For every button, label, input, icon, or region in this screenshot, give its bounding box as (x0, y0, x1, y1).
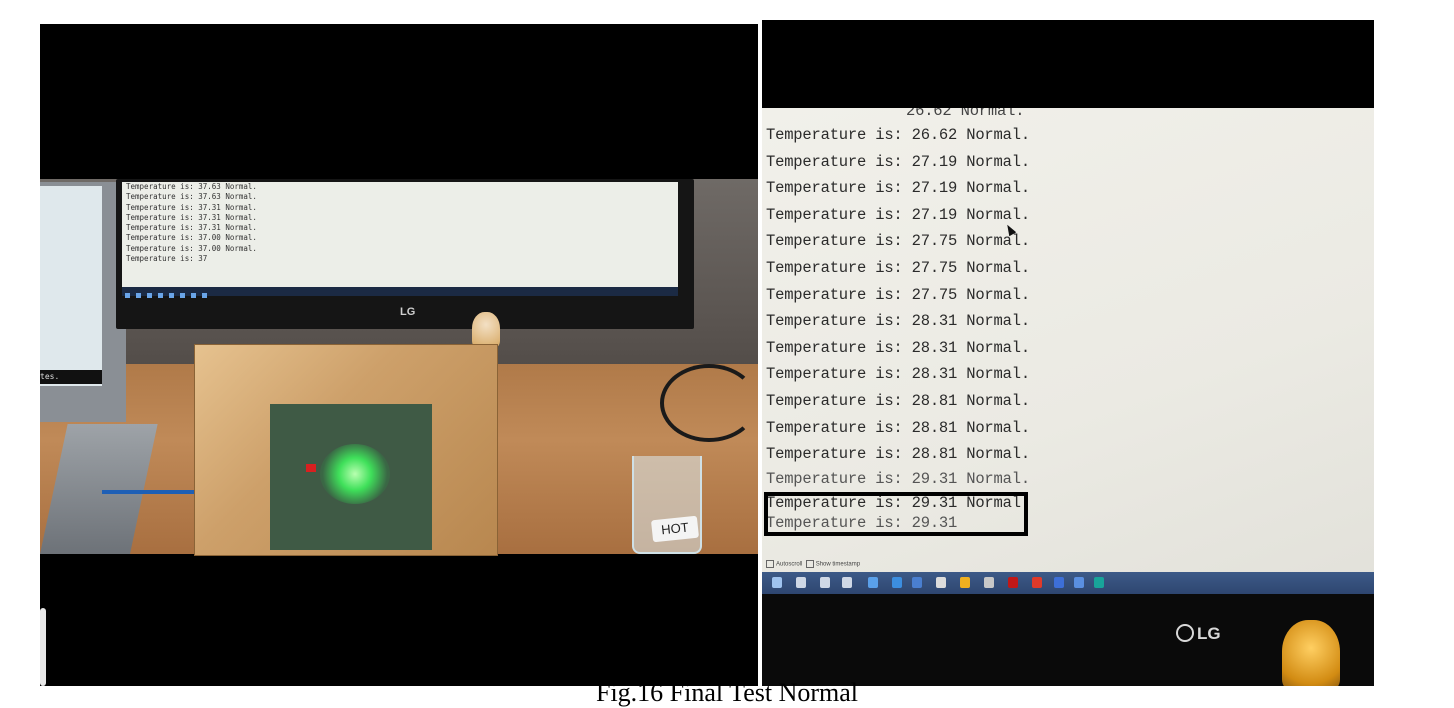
taskview-icon[interactable] (147, 293, 152, 298)
serial-line: Temperature is: 27.75 Normal. (766, 232, 1030, 251)
serial-line: Temperature is: 26.62 Normal. (766, 126, 1030, 144)
serial-line: Temperature is: 37.00 Normal. (126, 243, 257, 253)
right-photo: 26.62 Normal. Temperature is: 26.62 Norm… (762, 20, 1374, 686)
serial-line: Temperature is: 37.63 Normal. (126, 192, 257, 202)
serial-line: Temperature is: 27.19 Normal. (766, 152, 1030, 171)
serial-monitor-footer: Autoscroll Show timestamp (766, 560, 1366, 572)
serial-line: Temperature is: 37.00 Normal. (126, 233, 257, 243)
windows-taskbar[interactable] (762, 572, 1374, 594)
app-icon[interactable] (1054, 577, 1064, 588)
serial-line: Temperature is: 28.81 Normal. (766, 418, 1030, 437)
app-icon[interactable] (1032, 577, 1042, 588)
monitor-logo: LG (1176, 624, 1221, 644)
device-display-panel (270, 404, 432, 550)
serial-line: Temperature is: 37.31 Normal. (126, 212, 257, 222)
highlight-box (764, 492, 1028, 536)
monitor-logo-text: LG (1197, 624, 1221, 643)
app-icon[interactable] (1008, 577, 1018, 588)
golden-figurine (1282, 620, 1340, 686)
figure-caption: Fig.16 Final Test Normal (595, 678, 859, 707)
timestamp-label: Show timestamp (815, 561, 861, 568)
taskview-icon[interactable] (842, 577, 852, 588)
green-led-glow (320, 444, 390, 504)
serial-line: Temperature is: 37.31 Normal. (126, 202, 257, 212)
dropbox-icon[interactable] (868, 577, 878, 588)
laptop-screen (40, 186, 102, 386)
serial-output: 26.62 Normal. Temperature is: 26.62 Norm… (766, 108, 1030, 534)
start-icon[interactable] (125, 293, 130, 298)
serial-line: Temperature is: 37.31 Normal. (126, 223, 257, 233)
serial-monitor-window: Temperature is: 37.63 Normal. Temperatur… (122, 182, 678, 287)
serial-line: Temperature is: 28.31 Normal. (766, 312, 1030, 331)
serial-line: Temperature is: 37 (126, 254, 208, 264)
app-icon[interactable] (169, 293, 174, 298)
photo-edge-artifact (40, 608, 46, 686)
serial-line: Temperature is: 27.19 Normal. (766, 179, 1030, 198)
serial-line: Temperature is: 28.31 Normal. (766, 338, 1030, 357)
folder-icon[interactable] (912, 577, 922, 588)
search-icon[interactable] (136, 293, 141, 298)
arduino-icon[interactable] (1094, 577, 1104, 588)
edge-icon[interactable] (892, 577, 902, 588)
store-icon[interactable] (936, 577, 946, 588)
left-photo: tes. Temperature is: 37.63 Normal. Tempe… (40, 24, 758, 686)
app-icon[interactable] (180, 293, 185, 298)
autoscroll-label: Autoscroll (776, 561, 803, 568)
search-icon[interactable] (796, 577, 806, 588)
monitor-logo: LG (400, 306, 416, 318)
serial-line: Temperature is: 29.31 Normal. (766, 469, 1030, 488)
black-cable (660, 364, 758, 442)
laptop-console: tes. (40, 370, 102, 384)
serial-line-cut-text: 26.62 Normal. (906, 108, 1025, 120)
timestamp-checkbox[interactable] (805, 560, 814, 568)
serial-line-cut: 26.62 Normal. (766, 108, 1030, 122)
serial-line: Temperature is: 27.19 Normal. (766, 205, 1030, 224)
app-icon[interactable] (984, 577, 994, 588)
serial-line: Temperature is: 28.31 Normal. (766, 365, 1030, 384)
app-icon[interactable] (202, 293, 207, 298)
figurine (472, 312, 500, 348)
lg-logo-icon (1176, 624, 1194, 642)
app-icon[interactable] (191, 293, 196, 298)
cortana-icon[interactable] (820, 577, 830, 588)
serial-line: Temperature is: 27.75 Normal. (766, 285, 1030, 304)
autoscroll-checkbox[interactable] (766, 560, 774, 568)
app-icon[interactable] (158, 293, 163, 298)
serial-line: Temperature is: 28.81 Normal. (766, 445, 1030, 464)
windows-taskbar[interactable] (122, 287, 678, 298)
chrome-icon[interactable] (960, 577, 970, 588)
app-icon[interactable] (1074, 577, 1084, 588)
serial-line: Temperature is: 37.63 Normal. (126, 182, 257, 191)
red-led (306, 464, 316, 472)
serial-line: Temperature is: 28.81 Normal. (766, 391, 1030, 410)
usb-cable (102, 490, 202, 494)
serial-line: Temperature is: 27.75 Normal. (766, 258, 1030, 277)
start-icon[interactable] (772, 577, 782, 588)
